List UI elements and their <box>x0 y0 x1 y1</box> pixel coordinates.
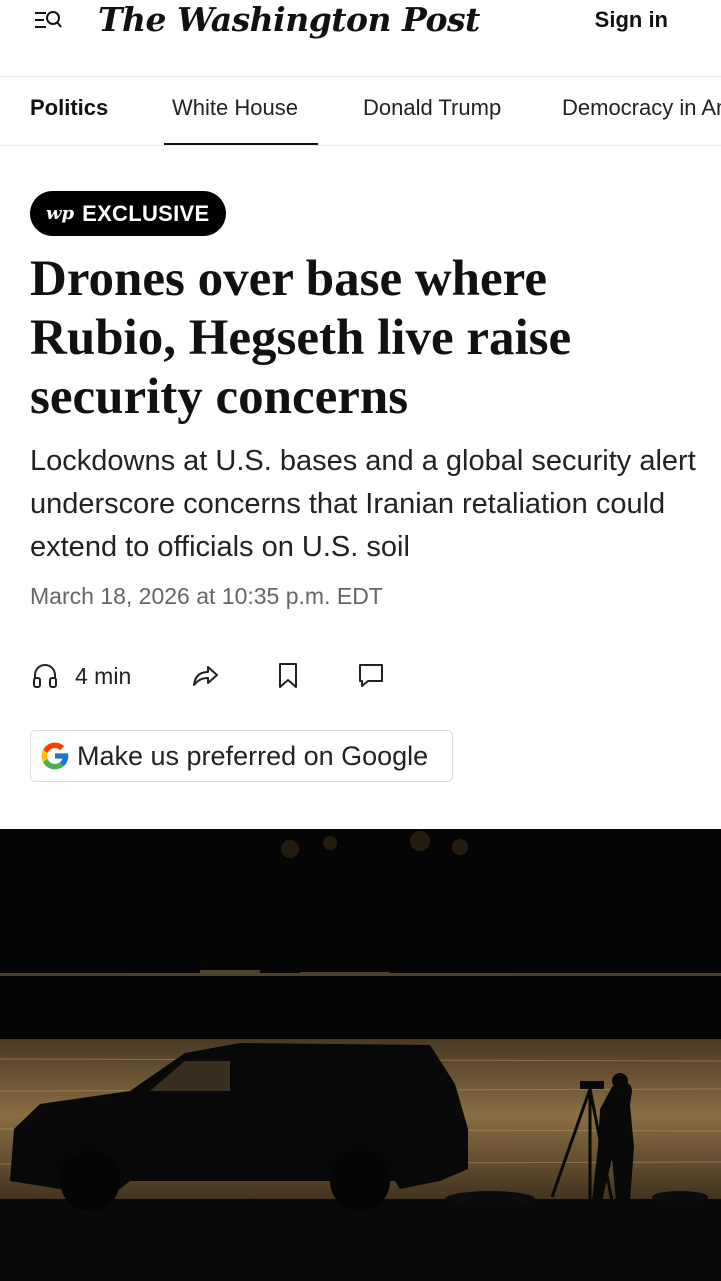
listen-duration[interactable]: 4 min <box>75 663 131 690</box>
bookmark-icon <box>279 663 297 688</box>
lead-photo <box>0 829 721 1281</box>
top-bar: The Washington Post Sign in <box>0 0 721 77</box>
comment-button[interactable] <box>356 660 386 695</box>
section-nav: Politics White House Donald Trump Democr… <box>0 77 721 146</box>
google-preferred-label: Make us preferred on Google <box>77 740 429 771</box>
google-g-icon <box>41 742 69 770</box>
comment-icon <box>359 664 383 687</box>
site-logo[interactable]: The Washington Post <box>98 0 480 39</box>
headphones-icon <box>33 664 57 688</box>
menu-search-button[interactable] <box>32 8 64 36</box>
active-tab-indicator <box>164 143 318 145</box>
nav-item-politics[interactable]: Politics <box>30 95 108 121</box>
sign-in-link[interactable]: Sign in <box>595 7 668 33</box>
bookmark-button[interactable] <box>273 660 303 695</box>
article-headline: Drones over base where Rubio, Hegseth li… <box>30 251 572 425</box>
article-actions: 4 min <box>30 660 430 694</box>
article-timestamp: March 18, 2026 at 10:35 p.m. EDT <box>30 583 383 609</box>
nav-item-white-house[interactable]: White House <box>172 95 298 121</box>
menu-search-icon <box>35 11 62 28</box>
share-button[interactable] <box>190 660 220 695</box>
article-dek: Lockdowns at U.S. bases and a global sec… <box>30 445 696 563</box>
nav-item-donald-trump[interactable]: Donald Trump <box>363 95 501 121</box>
listen-button[interactable] <box>30 660 60 695</box>
google-preferred-button[interactable]: Make us preferred on Google <box>30 730 453 782</box>
share-icon <box>193 666 218 686</box>
badge-label: EXCLUSIVE <box>82 200 210 226</box>
nav-item-democracy[interactable]: Democracy in America <box>562 95 721 121</box>
exclusive-badge: wp EXCLUSIVE <box>30 191 226 236</box>
wp-logo-mark: wp <box>46 203 75 224</box>
